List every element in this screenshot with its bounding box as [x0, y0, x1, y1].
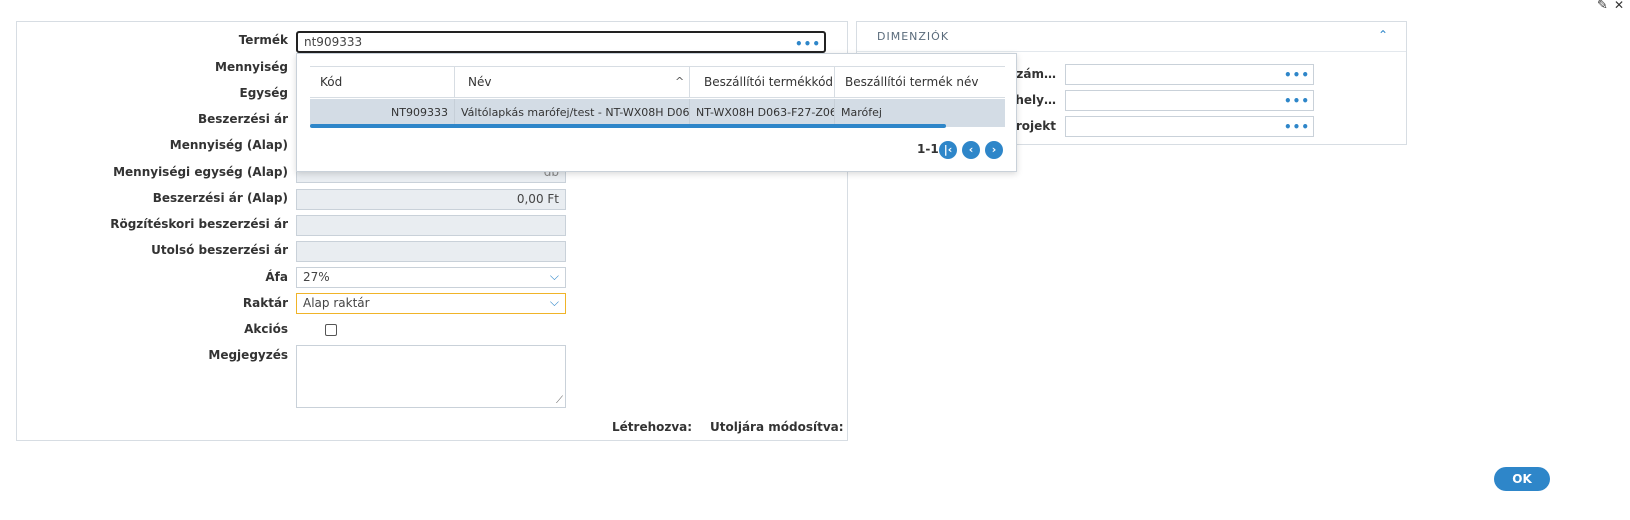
cell-szallitoi-nev: Marófej: [841, 106, 882, 119]
collapse-icon[interactable]: ⌃: [1378, 28, 1388, 42]
afa-select[interactable]: 27% ⌵: [296, 267, 566, 288]
horizontal-scrollbar[interactable]: [310, 124, 946, 128]
termek-value: nt909333: [304, 35, 363, 49]
lookup-header: Kód Név ^ Beszállítói termékkód Beszállí…: [310, 66, 1005, 98]
afa-value: 27%: [303, 270, 330, 284]
pagination-text: 1-1: [917, 142, 939, 156]
label-termek: Termék: [238, 33, 288, 47]
label-beszerzesi-ar-alap: Beszerzési ár (Alap): [152, 191, 288, 205]
label-mennyisegi-egyseg-alap: Mennyiségi egység (Alap): [113, 165, 288, 179]
dimension-field-1[interactable]: •••: [1065, 64, 1314, 85]
rogziteskori-ar-field: [296, 215, 566, 236]
created-label: Létrehozva:: [612, 420, 693, 434]
dimension-field-3[interactable]: •••: [1065, 116, 1314, 137]
column-header-nev[interactable]: Név: [455, 67, 690, 97]
label-mennyiseg: Mennyiség: [215, 60, 288, 74]
more-icon[interactable]: •••: [795, 35, 821, 53]
termek-input[interactable]: nt909333 •••: [296, 31, 826, 53]
close-icon[interactable]: ✕: [1614, 0, 1624, 12]
raktar-select[interactable]: Alap raktár ⌵: [296, 293, 566, 314]
column-header-szallitoi-nev[interactable]: Beszállítói termék név: [835, 67, 1005, 97]
chevron-down-icon: ⌵: [549, 269, 559, 283]
more-icon[interactable]: •••: [1284, 118, 1310, 137]
label-rogziteskori-ar: Rögzítéskori beszerzési ár: [110, 217, 288, 231]
cell-nev: Váltólapkás marófej/test - NT-WX08H D063…: [455, 99, 690, 127]
beszerzesi-ar-alap-value: 0,00 Ft: [516, 192, 559, 206]
label-beszerzesi-ar: Beszerzési ár: [197, 112, 288, 126]
label-akcios: Akciós: [244, 322, 288, 336]
label-megjegyzes: Megjegyzés: [208, 348, 288, 362]
more-icon[interactable]: •••: [1284, 66, 1310, 85]
label-raktar: Raktár: [242, 296, 288, 310]
modified-label: Utoljára módosítva:: [710, 420, 844, 434]
column-header-szallitoi-kod[interactable]: Beszállítói termékkód: [690, 67, 835, 97]
table-row[interactable]: NT909333 Váltólapkás marófej/test - NT-W…: [310, 99, 1005, 127]
label-utolso-ar: Utolsó beszerzési ár: [151, 243, 288, 257]
megjegyzes-textarea[interactable]: ⟋: [296, 345, 566, 408]
utolso-ar-field: [296, 241, 566, 262]
next-page-icon[interactable]: ›: [985, 141, 1003, 159]
column-header-kod[interactable]: Kód: [310, 67, 455, 97]
dimensions-title: DIMENZIÓK: [877, 30, 950, 43]
resize-handle-icon[interactable]: ⟋: [556, 396, 563, 406]
chevron-down-icon: ⌵: [549, 295, 559, 309]
more-icon[interactable]: •••: [1284, 92, 1310, 111]
beszerzesi-ar-alap-field: 0,00 Ft: [296, 189, 566, 210]
edit-icon[interactable]: ✎: [1597, 0, 1608, 13]
prev-page-icon[interactable]: ‹: [962, 141, 980, 159]
akcios-checkbox[interactable]: [325, 324, 337, 336]
label-mennyiseg-alap: Mennyiség (Alap): [169, 138, 288, 152]
dimensions-header[interactable]: DIMENZIÓK ⌃: [857, 22, 1406, 52]
dimension-field-2[interactable]: •••: [1065, 90, 1314, 111]
sort-asc-icon: ^: [675, 75, 685, 88]
raktar-value: Alap raktár: [303, 296, 370, 310]
ok-button[interactable]: OK: [1494, 467, 1550, 491]
label-afa: Áfa: [265, 270, 288, 284]
cell-szallitoi-kod: NT-WX08H D063-F27-Z06: [690, 99, 835, 127]
first-page-icon[interactable]: |‹: [939, 141, 957, 159]
product-lookup-dropdown: Kód Név ^ Beszállítói termékkód Beszállí…: [296, 53, 1017, 172]
label-egyseg: Egység: [239, 86, 288, 100]
cell-kod: NT909333: [310, 99, 455, 127]
